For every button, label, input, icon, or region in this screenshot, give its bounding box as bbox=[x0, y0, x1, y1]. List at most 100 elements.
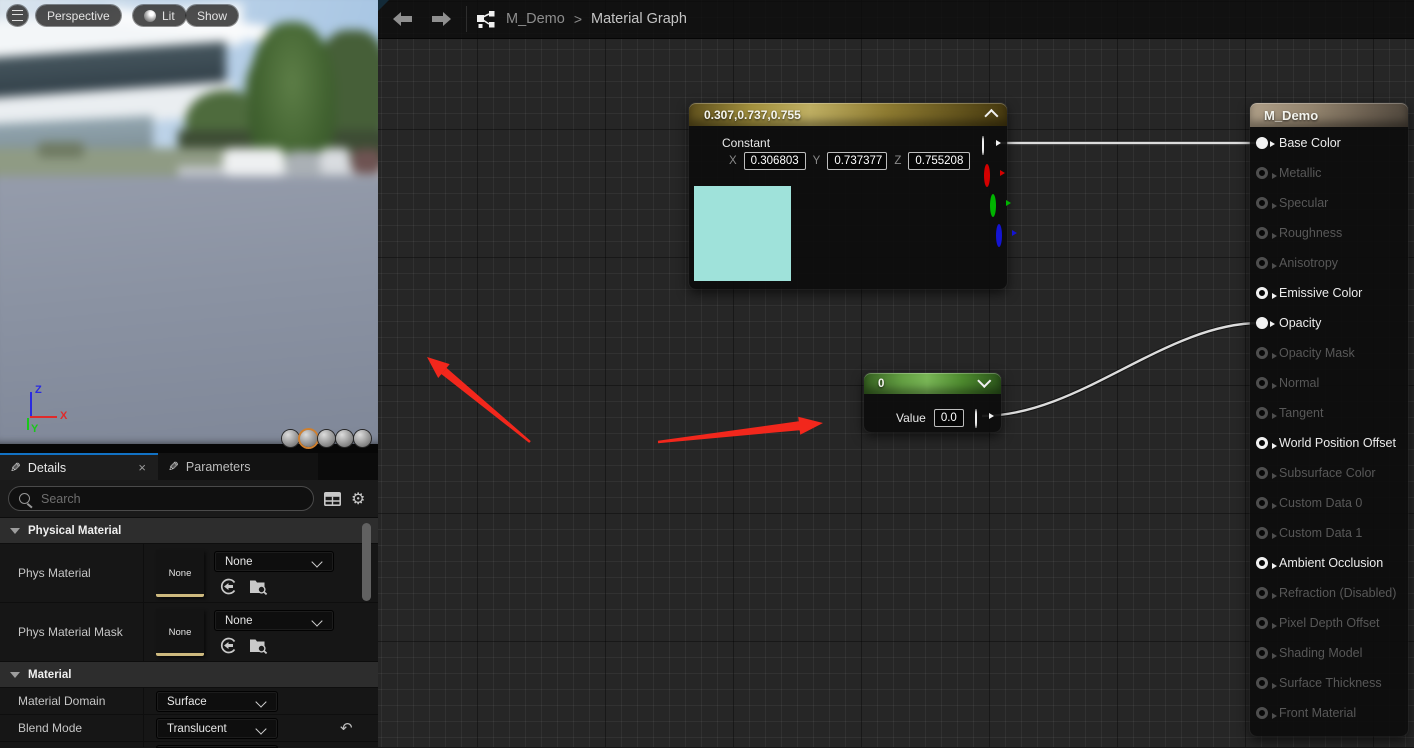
blend-mode-dropdown[interactable]: Translucent bbox=[156, 718, 278, 739]
breadcrumb-asset[interactable]: M_Demo bbox=[506, 11, 565, 27]
display-options-icon[interactable] bbox=[324, 492, 341, 506]
pin-label: Front Material bbox=[1279, 706, 1356, 720]
pin-circle[interactable] bbox=[1256, 257, 1268, 269]
show-button[interactable]: Show bbox=[186, 5, 238, 26]
lit-mode-button[interactable]: Lit bbox=[133, 5, 186, 26]
viewport-3d-preview[interactable]: Perspective Lit Show Z X Y bbox=[0, 0, 378, 453]
material-domain-dropdown[interactable]: Surface bbox=[156, 691, 278, 712]
pin-circle[interactable] bbox=[1256, 347, 1268, 359]
result-pin-custom-data-0[interactable]: Custom Data 0 bbox=[1250, 488, 1408, 518]
preview-shape-sphere[interactable] bbox=[300, 430, 317, 447]
result-pin-ambient-occlusion[interactable]: Ambient Occlusion bbox=[1250, 548, 1408, 578]
chevron-down-icon bbox=[311, 615, 322, 626]
result-pin-front-material[interactable]: Front Material bbox=[1250, 698, 1408, 728]
reset-to-default-icon[interactable]: ↶ bbox=[340, 719, 353, 737]
pin-circle[interactable] bbox=[1256, 677, 1268, 689]
pin-circle[interactable] bbox=[1256, 707, 1268, 719]
back-arrow-icon[interactable] bbox=[390, 6, 416, 32]
result-pin-opacity[interactable]: Opacity bbox=[1250, 308, 1408, 338]
scalar-node-header[interactable]: 0 bbox=[864, 373, 1001, 394]
scalar-node[interactable]: 0 Value 0.0 bbox=[864, 373, 1001, 432]
result-pin-emissive-color[interactable]: Emissive Color bbox=[1250, 278, 1408, 308]
graph-toolbar: M_Demo > Material Graph bbox=[378, 0, 1414, 39]
output-pin-rgb[interactable] bbox=[982, 136, 984, 155]
y-value-field[interactable]: 0.737377 bbox=[827, 152, 887, 170]
dropdown-value: Translucent bbox=[167, 723, 227, 735]
material-result-node[interactable]: M_Demo Base ColorMetallicSpecularRoughne… bbox=[1250, 103, 1408, 736]
browse-asset-icon[interactable] bbox=[249, 578, 268, 595]
collapse-chevron-icon[interactable] bbox=[984, 109, 998, 123]
result-pin-custom-data-1[interactable]: Custom Data 1 bbox=[1250, 518, 1408, 548]
viewport-scene bbox=[0, 0, 378, 453]
result-pin-roughness[interactable]: Roughness bbox=[1250, 218, 1408, 248]
pin-circle[interactable] bbox=[1256, 197, 1268, 209]
pin-circle[interactable] bbox=[1256, 317, 1268, 329]
preview-shape-cylinder[interactable] bbox=[282, 430, 299, 447]
section-material[interactable]: Material bbox=[0, 661, 378, 688]
pin-circle[interactable] bbox=[1256, 497, 1268, 509]
result-pin-normal[interactable]: Normal bbox=[1250, 368, 1408, 398]
phys-material-thumbnail[interactable]: None bbox=[156, 550, 204, 597]
constant3-node-header[interactable]: 0.307,0.737,0.755 bbox=[689, 103, 1007, 126]
result-pin-world-position-offset[interactable]: World Position Offset bbox=[1250, 428, 1408, 458]
pin-circle[interactable] bbox=[1256, 467, 1268, 479]
result-pin-subsurface-color[interactable]: Subsurface Color bbox=[1250, 458, 1408, 488]
result-pin-base-color[interactable]: Base Color bbox=[1250, 128, 1408, 158]
pin-circle[interactable] bbox=[1256, 617, 1268, 629]
pin-circle[interactable] bbox=[1256, 407, 1268, 419]
output-pin-b[interactable] bbox=[996, 224, 1002, 247]
output-pin-r[interactable] bbox=[984, 164, 990, 187]
breadcrumb-page[interactable]: Material Graph bbox=[591, 11, 687, 27]
preview-shape-cube[interactable] bbox=[336, 430, 353, 447]
result-pin-tangent[interactable]: Tangent bbox=[1250, 398, 1408, 428]
forward-arrow-icon[interactable] bbox=[428, 6, 454, 32]
details-scrollbar-thumb[interactable] bbox=[362, 523, 371, 601]
output-pin-g[interactable] bbox=[990, 194, 996, 217]
result-pin-shading-model[interactable]: Shading Model bbox=[1250, 638, 1408, 668]
result-pin-pixel-depth-offset[interactable]: Pixel Depth Offset bbox=[1250, 608, 1408, 638]
search-box[interactable] bbox=[8, 486, 314, 511]
pin-circle[interactable] bbox=[1256, 437, 1268, 449]
result-pin-metallic[interactable]: Metallic bbox=[1250, 158, 1408, 188]
section-physical-material[interactable]: Physical Material bbox=[0, 517, 378, 544]
row-phys-material: Phys Material None None bbox=[0, 543, 378, 602]
constant3-node[interactable]: 0.307,0.737,0.755 Constant X 0.306803 Y … bbox=[689, 103, 1007, 289]
search-input[interactable] bbox=[39, 491, 283, 507]
pin-circle[interactable] bbox=[1256, 227, 1268, 239]
result-pin-anisotropy[interactable]: Anisotropy bbox=[1250, 248, 1408, 278]
use-selected-icon[interactable] bbox=[220, 637, 237, 654]
pin-label: World Position Offset bbox=[1279, 436, 1396, 450]
close-icon[interactable]: × bbox=[136, 460, 148, 475]
result-pin-surface-thickness[interactable]: Surface Thickness bbox=[1250, 668, 1408, 698]
preview-shape-plane[interactable] bbox=[318, 430, 335, 447]
pin-circle[interactable] bbox=[1256, 527, 1268, 539]
scalar-value-field[interactable]: 0.0 bbox=[934, 409, 964, 427]
pin-circle[interactable] bbox=[1256, 587, 1268, 599]
browse-asset-icon[interactable] bbox=[249, 637, 268, 654]
tab-parameters[interactable]: ✎ Parameters bbox=[158, 453, 318, 480]
pin-circle[interactable] bbox=[1256, 137, 1268, 149]
scalar-output-pin[interactable] bbox=[975, 409, 977, 428]
z-value-field[interactable]: 0.755208 bbox=[908, 152, 970, 170]
result-node-header[interactable]: M_Demo bbox=[1250, 103, 1408, 127]
result-pin-opacity-mask[interactable]: Opacity Mask bbox=[1250, 338, 1408, 368]
use-selected-icon[interactable] bbox=[220, 578, 237, 595]
pin-circle[interactable] bbox=[1256, 377, 1268, 389]
result-pin-refraction-disabled[interactable]: Refraction (Disabled) bbox=[1250, 578, 1408, 608]
result-pin-specular[interactable]: Specular bbox=[1250, 188, 1408, 218]
pin-circle[interactable] bbox=[1256, 647, 1268, 659]
tab-details[interactable]: ✎ Details × bbox=[0, 453, 158, 480]
phys-material-mask-thumbnail[interactable]: None bbox=[156, 609, 204, 656]
pin-circle[interactable] bbox=[1256, 167, 1268, 179]
phys-material-dropdown[interactable]: None bbox=[214, 551, 334, 572]
pin-circle[interactable] bbox=[1256, 557, 1268, 569]
perspective-button[interactable]: Perspective bbox=[36, 5, 121, 26]
constant-color-swatch bbox=[694, 186, 791, 281]
collapse-chevron-icon[interactable] bbox=[977, 374, 991, 388]
x-value-field[interactable]: 0.306803 bbox=[744, 152, 806, 170]
pin-circle[interactable] bbox=[1256, 287, 1268, 299]
preview-shape-mesh[interactable] bbox=[354, 430, 371, 447]
phys-material-mask-dropdown[interactable]: None bbox=[214, 610, 334, 631]
viewport-menu-button[interactable] bbox=[7, 5, 28, 26]
gear-icon[interactable]: ⚙ bbox=[351, 489, 365, 509]
